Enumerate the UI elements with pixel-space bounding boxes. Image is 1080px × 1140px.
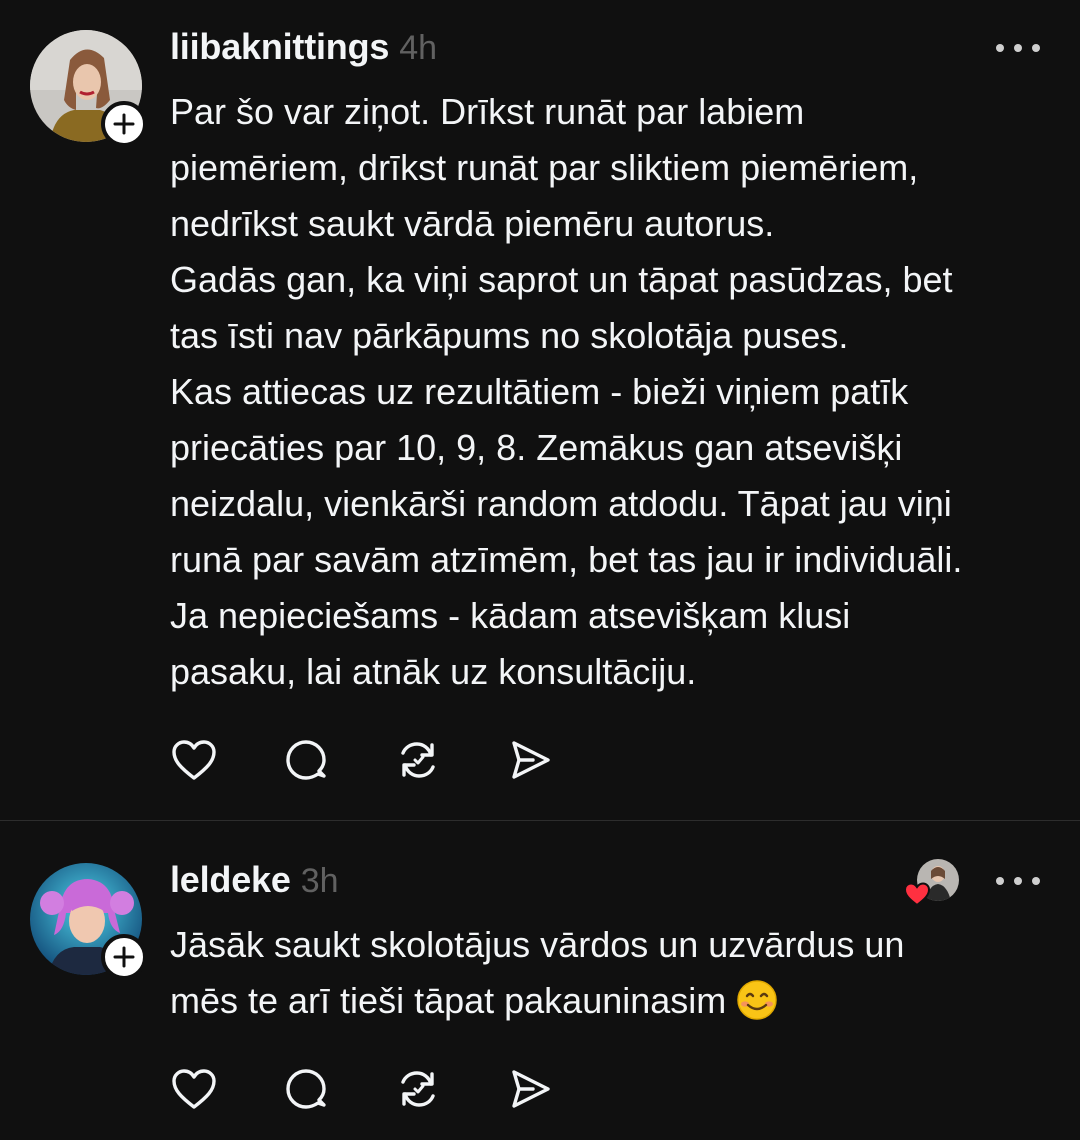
more-options-button[interactable] [996,871,1040,891]
post-text-line: pasaku, lai atnāk uz konsultāciju. [170,651,697,692]
repost-button[interactable] [394,736,442,784]
post-text-line: Par šo var ziņot. Drīkst runāt par labie… [170,91,805,132]
username[interactable]: leldeke [170,859,291,901]
post-text-line: nedrīkst saukt vārdā piemēru autorus. [170,203,775,244]
comment-button[interactable] [282,736,330,784]
author-liked-indicator [903,859,959,907]
post-actions [170,736,618,784]
post-text-line: Jāsāk saukt skolotājus vārdos un uzvārdu… [170,924,905,965]
more-options-button[interactable] [996,38,1040,58]
thread-post: liibaknittings 4h Par šo var ziņot. Drīk… [0,0,1080,820]
post-text-segment: mēs te arī tieši tāpat pakauninasim [170,980,727,1021]
post-text-line: Ja nepieciešams - kādam atsevišķam klusi [170,595,851,636]
username[interactable]: liibaknittings [170,26,389,68]
plus-icon [113,113,135,135]
more-dots-icon [996,44,1004,52]
more-dots-icon [996,877,1004,885]
follow-button[interactable] [101,934,147,980]
send-icon [512,1070,550,1108]
post-text-line: priecāties par 10, 9, 8. Zemākus gan ats… [170,427,903,468]
post-actions [170,1065,618,1113]
send-icon [512,741,550,779]
heart-icon [172,1069,216,1109]
like-button[interactable] [170,736,218,784]
post-text-line: piemēriem, drīkst runāt par sliktiem pie… [170,147,919,188]
share-button[interactable] [506,736,554,784]
post-text-line: runā par savām atzīmēm, bet tas jau ir i… [170,539,963,580]
repost-button[interactable] [394,1065,442,1113]
post-text-line: Gadās gan, ka viņi saprot un tāpat pasūd… [170,259,953,300]
thread-post: leldeke 3h Jāsāk saukt skolotājus vārdos… [0,821,1080,1140]
smiling-face-emoji [737,980,778,1020]
like-button[interactable] [170,1065,218,1113]
follow-button[interactable] [101,101,147,147]
heart-icon [172,740,216,780]
post-header: liibaknittings 4h [170,26,437,68]
plus-icon [113,946,135,968]
repost-icon [401,1071,435,1107]
timestamp: 4h [399,29,438,67]
post-text-line: mēs te arī tieši tāpat pakauninasim [170,973,1050,1029]
post-text-line: tas īsti nav pārkāpums no skolotāja puse… [170,315,849,356]
timestamp: 3h [300,862,339,900]
post-text: Jāsāk saukt skolotājus vārdos un uzvārdu… [170,917,1050,1029]
share-button[interactable] [506,1065,554,1113]
comment-bubble-icon [286,740,326,780]
heart-icon [903,882,931,907]
comment-bubble-icon [286,1069,326,1109]
post-text-line: neizdalu, vienkārši random atdodu. Tāpat… [170,483,952,524]
post-text-line: Kas attiecas uz rezultātiem - bieži viņi… [170,371,909,412]
repost-icon [401,742,435,778]
post-text: Par šo var ziņot. Drīkst runāt par labie… [170,84,1050,700]
comment-button[interactable] [282,1065,330,1113]
post-header: leldeke 3h [170,859,339,901]
